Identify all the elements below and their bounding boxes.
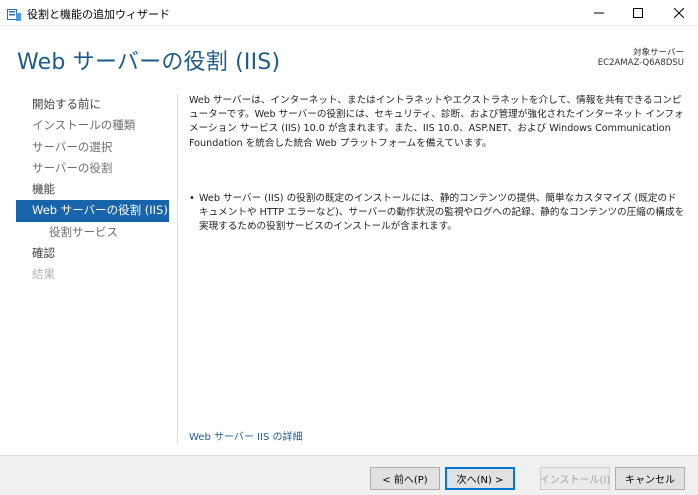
bullet-item: • Web サーバー (IIS) の役割の既定のインストールには、静的コンテンツ… <box>189 192 685 235</box>
nav-item-results: 結果 <box>32 267 55 282</box>
bullet-text: Web サーバー (IIS) の役割の既定のインストールには、静的コンテンツの提… <box>199 193 685 233</box>
destination-server-name: EC2AMAZ-Q6A8DSU <box>597 58 684 68</box>
minimize-icon <box>594 8 604 18</box>
wizard-nav: 開始する前に インストールの種類 サーバーの選択 サーバーの役割 機能 Web … <box>16 94 169 286</box>
nav-item-installation-type[interactable]: インストールの種類 <box>16 115 169 136</box>
nav-item-confirmation[interactable]: 確認 <box>16 243 169 264</box>
next-button[interactable]: 次へ(N) > <box>445 467 515 490</box>
nav-item-before-you-begin[interactable]: 開始する前に <box>16 94 169 115</box>
nav-item-server-selection[interactable]: サーバーの選択 <box>16 137 169 158</box>
nav-divider <box>177 93 178 445</box>
install-button: インストール(I) <box>540 467 610 490</box>
more-info-link[interactable]: Web サーバー IIS の詳細 <box>189 428 302 443</box>
nav-item-features[interactable]: 機能 <box>16 179 169 200</box>
nav-item-role-services[interactable]: 役割サービス <box>16 222 169 243</box>
maximize-icon <box>633 8 643 18</box>
intro-text: Web サーバーは、インターネット、またはイントラネットやエクストラネットを介し… <box>189 95 684 149</box>
close-button[interactable] <box>660 0 698 26</box>
destination-server-label: 対象サーバー <box>633 48 684 58</box>
maximize-button[interactable] <box>619 0 657 26</box>
nav-item-server-roles[interactable]: サーバーの役割 <box>16 158 169 179</box>
minimize-button[interactable] <box>580 0 618 26</box>
cancel-button[interactable]: キャンセル <box>615 467 685 490</box>
previous-button[interactable]: < 前へ(P) <box>370 467 440 490</box>
page-title: Web サーバーの役割 (IIS) <box>17 50 281 75</box>
title-bar: 役割と機能の追加ウィザード <box>0 0 698 26</box>
footer-bar: < 前へ(P) 次へ(N) > インストール(I) キャンセル <box>0 455 698 495</box>
window-title: 役割と機能の追加ウィザード <box>27 8 170 21</box>
server-manager-icon <box>7 6 21 21</box>
close-icon <box>674 8 684 18</box>
main-content: Web サーバーは、インターネット、またはイントラネットやエクストラネットを介し… <box>189 94 685 232</box>
nav-item-web-server-role[interactable]: Web サーバーの役割 (IIS) <box>16 200 169 222</box>
bullet-dot-icon: • <box>189 193 195 204</box>
